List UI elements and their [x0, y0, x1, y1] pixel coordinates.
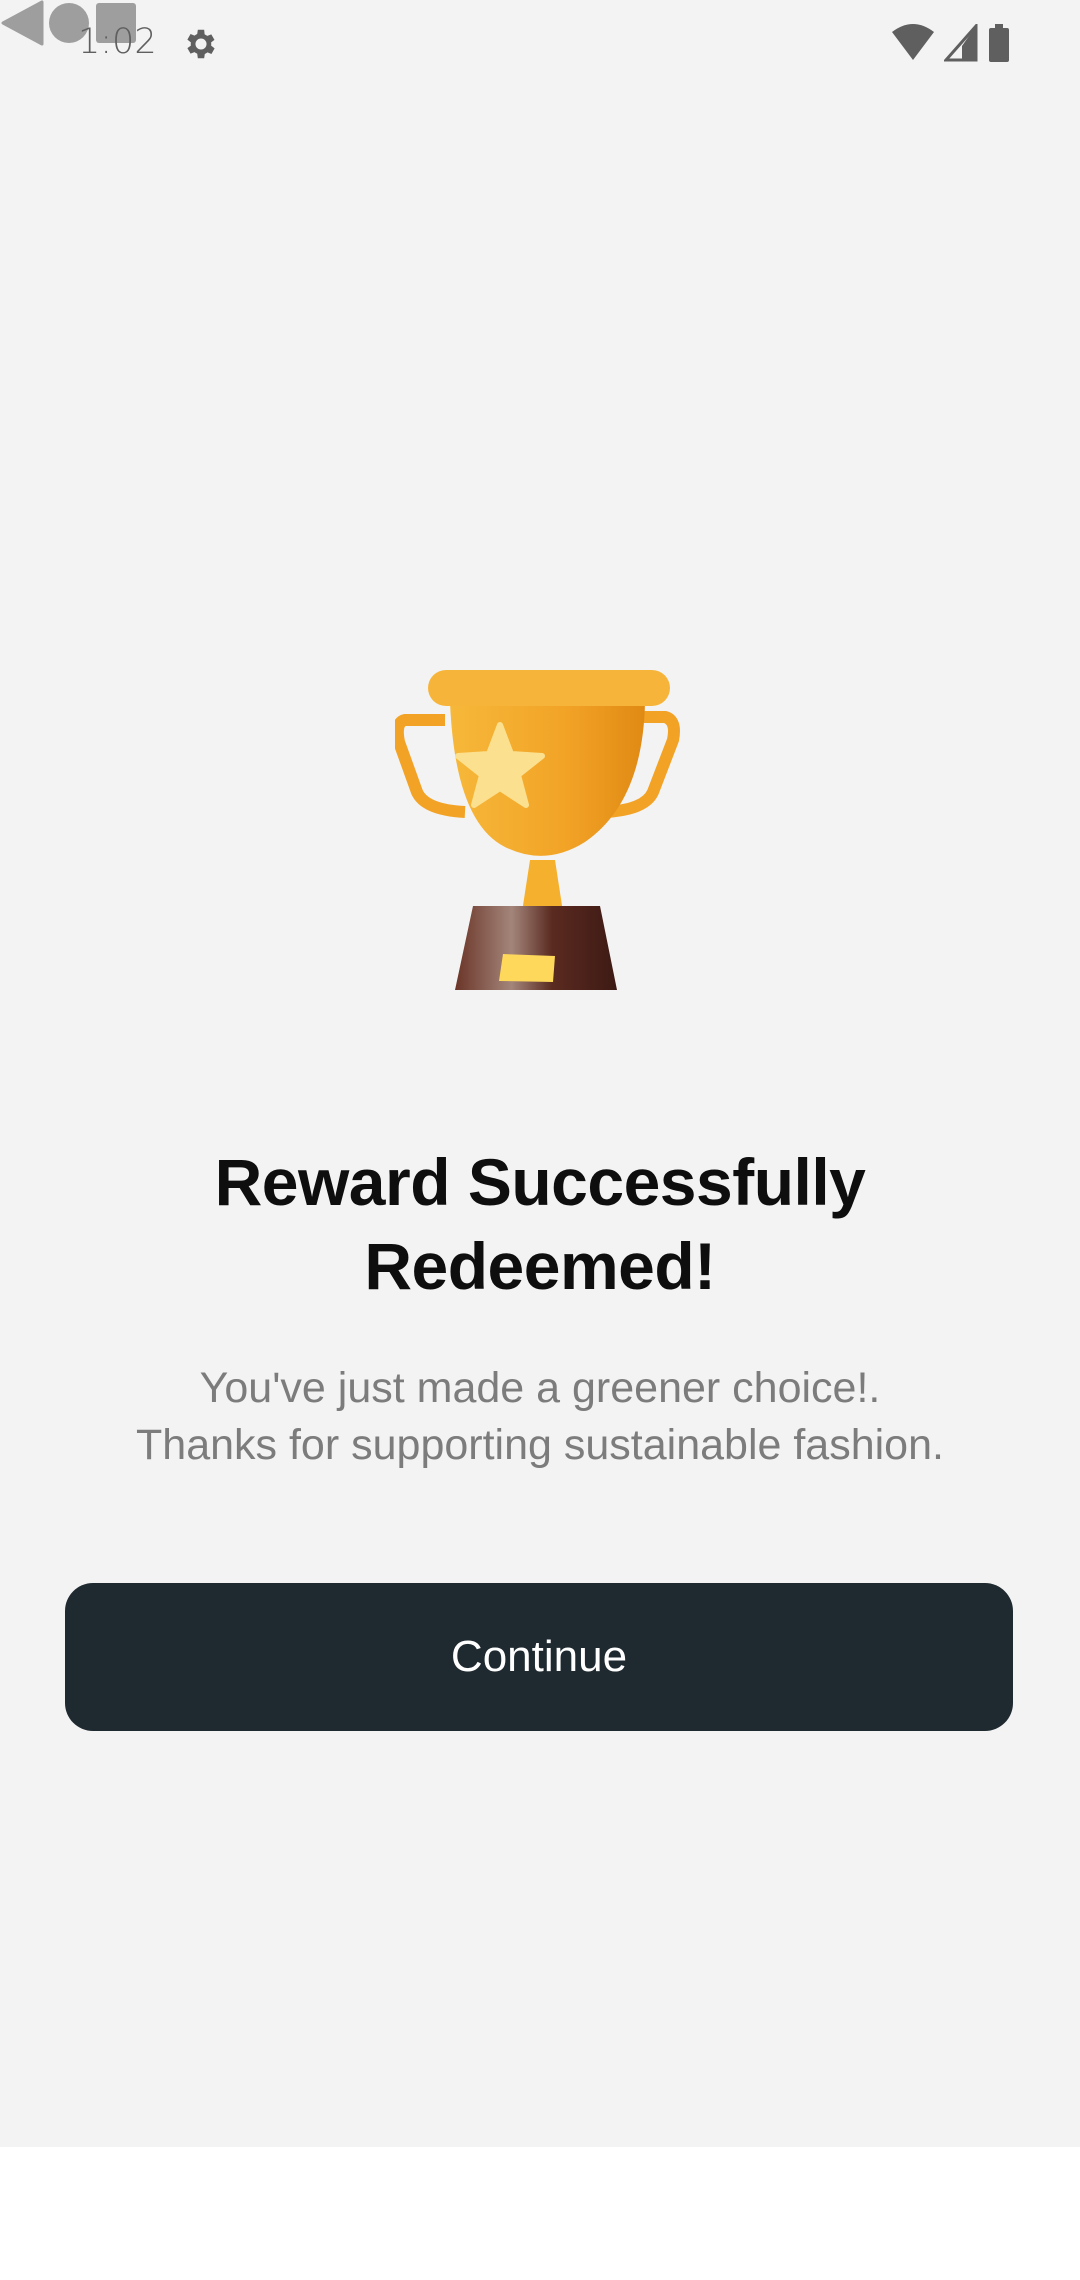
title-line-2: Redeemed! — [364, 1229, 716, 1303]
navigation-bar — [0, 2147, 1080, 2280]
trophy-icon — [395, 670, 680, 990]
status-bar: 1:02 — [0, 0, 1080, 84]
continue-button[interactable]: Continue — [65, 1583, 1013, 1731]
gear-icon — [187, 29, 215, 59]
status-time: 1:02 — [78, 22, 157, 62]
subtitle-line-1: You've just made a greener choice!. — [199, 1364, 881, 1412]
battery-icon — [989, 24, 1009, 62]
signal-icon — [944, 24, 978, 62]
wifi-icon — [892, 24, 934, 60]
title-line-1: Reward Successfully — [214, 1145, 866, 1219]
subtitle: You've just made a greener choice!. Than… — [0, 1360, 1080, 1474]
subtitle-line-2: Thanks for supporting sustainable fashio… — [136, 1421, 944, 1469]
page-title: Reward Successfully Redeemed! — [0, 1140, 1080, 1308]
